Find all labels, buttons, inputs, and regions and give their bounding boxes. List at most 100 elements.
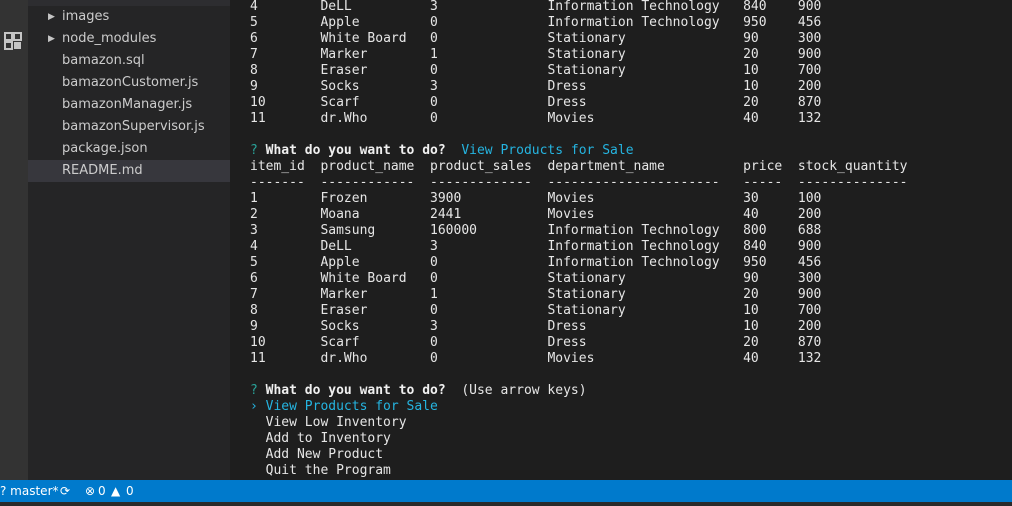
table-cell: Movies [547, 191, 744, 206]
folder-item[interactable]: ▶ images [28, 6, 230, 28]
folder-item[interactable]: ▶ node_modules [28, 28, 230, 50]
menu-option[interactable]: Add to Inventory [250, 431, 907, 447]
table-cell: Scarf [320, 95, 431, 110]
tree-item-label: bamazonCustomer.js [62, 75, 199, 90]
table-cell: 1 [430, 287, 548, 302]
table-row: 9 Socks 3 Dress 10 200 [250, 79, 907, 95]
table-cell: ---------------------- [547, 175, 744, 190]
table-cell: White Board [320, 31, 431, 46]
table-row: 7 Marker 1 Stationary 20 900 [250, 287, 907, 303]
table-cell: DeLL [320, 0, 431, 14]
table-cell: Information Technology [547, 223, 744, 238]
file-item[interactable]: bamazonManager.js [28, 94, 230, 116]
git-branch[interactable]: ? master* [0, 480, 59, 502]
table-cell: Dress [547, 335, 744, 350]
table-row: 5 Apple 0 Information Technology 950 456 [250, 15, 907, 31]
table-cell: 700 [797, 63, 822, 78]
table-cell: 870 [797, 335, 822, 350]
table-cell: 688 [797, 223, 822, 238]
table-cell: Stationary [547, 287, 744, 302]
tree-item-label: bamazonSupervisor.js [62, 119, 205, 134]
table-cell: Marker [320, 47, 431, 62]
table-cell: 900 [797, 239, 822, 254]
file-item[interactable]: package.json [28, 138, 230, 160]
table-cell: ----- [743, 175, 798, 190]
table-cell: 456 [797, 255, 822, 270]
table-cell: Information Technology [547, 0, 744, 14]
table-cell: 10 [250, 95, 321, 110]
table-cell: 7 [250, 287, 321, 302]
table-cell: 3 [430, 0, 548, 14]
prompt-answer: View Products for Sale [461, 143, 634, 158]
table-row: 4 DeLL 3 Information Technology 840 900 [250, 239, 907, 255]
table-cell: 0 [430, 111, 548, 126]
table-row: 8 Eraser 0 Stationary 10 700 [250, 303, 907, 319]
file-tree: ▶ images ▶ node_modules bamazon.sql bamazonCu… [28, 6, 230, 182]
table-cell: 20 [743, 335, 798, 350]
file-item[interactable]: README.md [28, 160, 230, 182]
table-cell: 3 [250, 223, 321, 238]
terminal-panel[interactable]: 4 DeLL 3 Information Technology 840 900 5… [230, 0, 1012, 480]
table-cell: product_sales [430, 159, 548, 174]
table-cell: price [743, 159, 798, 174]
table-cell: Stationary [547, 31, 744, 46]
table-cell: 8 [250, 63, 321, 78]
error-icon[interactable]: ⊗ [85, 480, 95, 502]
table-cell: 10 [743, 79, 798, 94]
table-cell: 40 [743, 351, 798, 366]
table-cell: 3900 [430, 191, 548, 206]
table-cell: ------- [250, 175, 321, 190]
table-cell: 700 [797, 303, 822, 318]
extensions-icon[interactable] [2, 30, 24, 52]
table-cell: 0 [430, 95, 548, 110]
file-item[interactable]: bamazonSupervisor.js [28, 116, 230, 138]
file-item[interactable]: bamazon.sql [28, 50, 230, 72]
table-cell: stock_quantity [797, 159, 908, 174]
table-cell: 40 [743, 111, 798, 126]
menu-option[interactable]: View Low Inventory [250, 415, 907, 431]
sync-icon[interactable]: ⟳ [60, 480, 70, 502]
table-cell: 300 [797, 31, 822, 46]
prompt-symbol: ? [250, 143, 266, 158]
error-count[interactable]: 0 [98, 480, 106, 502]
table-cell: dr.Who [320, 351, 431, 366]
tree-item-label: images [62, 9, 110, 24]
activity-bar [0, 0, 28, 480]
table-cell: 4 [250, 0, 321, 14]
table-cell: 0 [430, 303, 548, 318]
menu-option[interactable]: › View Products for Sale [250, 399, 907, 415]
menu-option[interactable]: Add New Product [250, 447, 907, 463]
table-cell: 800 [743, 223, 798, 238]
status-bar: ? master* ⟳ ⊗ 0 ▲ 0 [0, 480, 1012, 502]
table-row: 3 Samsung 160000 Information Technology … [250, 223, 907, 239]
table-cell: Movies [547, 207, 744, 222]
warning-count[interactable]: 0 [126, 480, 134, 502]
table-cell: 840 [743, 239, 798, 254]
table-row: 8 Eraser 0 Stationary 10 700 [250, 63, 907, 79]
table-cell: Stationary [547, 63, 744, 78]
table-cell: 6 [250, 271, 321, 286]
chevron-right-icon[interactable]: ▶ [48, 28, 58, 50]
prompt-question: What do you want to do? [265, 383, 462, 398]
table-cell: -------------- [797, 175, 908, 190]
table-cell: 200 [797, 319, 822, 334]
prompt-line: ? What do you want to do? View Products … [250, 143, 907, 159]
warning-icon[interactable]: ▲ [111, 480, 120, 502]
table-cell: ------------- [430, 175, 548, 190]
table-cell: 456 [797, 15, 822, 30]
table-row: ------- ------------ ------------- -----… [250, 175, 907, 191]
table-cell: Apple [320, 15, 431, 30]
table-cell: 10 [743, 303, 798, 318]
table-cell: 10 [743, 319, 798, 334]
table-cell: 200 [797, 79, 822, 94]
menu-option[interactable]: Quit the Program [250, 463, 907, 479]
table-cell: Dress [547, 79, 744, 94]
file-item[interactable]: bamazonCustomer.js [28, 72, 230, 94]
chevron-right-icon[interactable]: ▶ [48, 6, 58, 28]
table-cell: item_id [250, 159, 321, 174]
table-cell: 6 [250, 31, 321, 46]
table-cell: 0 [430, 351, 548, 366]
table-cell: 900 [797, 0, 822, 14]
